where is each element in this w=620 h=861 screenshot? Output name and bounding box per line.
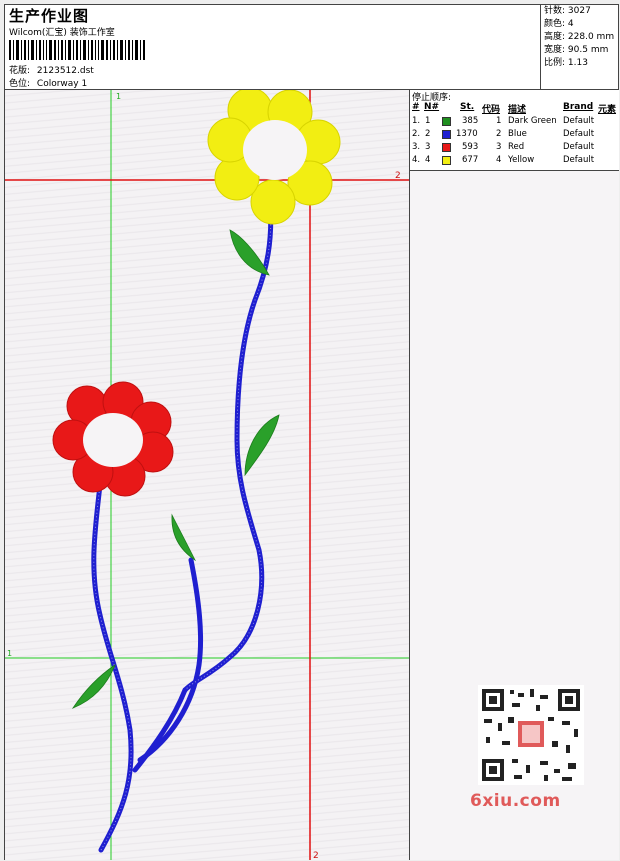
color-swatch — [442, 130, 451, 139]
stop-sequence-table: 停止顺序: # N# St. 代码 描述 Brand 元素 1. 1 385 1… — [410, 90, 619, 171]
col-header-description: 描述 — [508, 105, 527, 115]
colorway-label: 色位: — [9, 79, 31, 89]
leaf-right — [244, 414, 280, 477]
watermark-text: 6xiu.com — [470, 791, 561, 811]
colorway-row: 色位: Colorway 1 — [9, 76, 87, 89]
color-swatch — [442, 143, 451, 152]
leaf-middle — [171, 513, 197, 562]
yellow-flower — [207, 90, 341, 225]
studio-subtitle: Wilcom(汇宝) 装饰工作室 — [9, 28, 115, 38]
guide-label-green-top: 1 — [116, 92, 121, 101]
barcode-image — [9, 40, 145, 60]
color-swatch — [442, 117, 451, 126]
design-stats: 针数: 3027 颜色: 4 高度: 228.0 mm 宽度: 90.5 mm … — [540, 5, 619, 89]
page-title: 生产作业图 — [9, 7, 90, 25]
design-label: 花版: — [9, 66, 31, 76]
table-row: 4. 4 677 4 Yellow Default — [412, 155, 595, 165]
col-header-code: 代码 — [482, 105, 501, 115]
table-row: 2. 2 1370 2 Blue Default — [412, 129, 595, 139]
worksheet-header: 生产作业图 Wilcom(汇宝) 装饰工作室 花版: 2123512.dst 色… — [5, 5, 618, 90]
stat-stitches: 针数: 3027 — [544, 6, 591, 16]
middle-stem — [137, 557, 204, 763]
table-row: 1. 1 385 1 Dark Green Default — [412, 116, 595, 126]
stat-height: 高度: 228.0 mm — [544, 32, 615, 42]
stat-colors: 颜色: 4 — [544, 19, 574, 29]
embroidery-preview: 1 1 2 2 — [5, 90, 409, 860]
design-file-row: 花版: 2123512.dst — [9, 63, 94, 76]
stem-stitch-texture — [93, 199, 272, 851]
blue-stems — [91, 197, 274, 853]
col-header-brand: Brand — [563, 102, 594, 112]
site-watermark: 6xiu.com — [470, 685, 590, 815]
stop-sequence-panel: 停止顺序: # N# St. 代码 描述 Brand 元素 1. 1 385 1… — [409, 90, 619, 860]
production-worksheet: 生产作业图 Wilcom(汇宝) 装饰工作室 花版: 2123512.dst 色… — [4, 4, 619, 860]
design-canvas: 1 1 2 2 — [5, 90, 409, 860]
stat-scale: 比例: 1.13 — [544, 58, 588, 68]
stat-width: 宽度: 90.5 mm — [544, 45, 609, 55]
guide-label-green-left: 1 — [7, 649, 12, 658]
color-swatch — [442, 156, 451, 165]
guide-label-red-bottom: 2 — [313, 851, 319, 860]
colorway-value: Colorway 1 — [36, 79, 88, 89]
red-flower — [52, 381, 174, 497]
col-header-n: N# — [424, 102, 440, 112]
leaf-left — [71, 663, 116, 709]
col-header-stitches: St. — [460, 102, 475, 112]
col-header-element: 元素 — [598, 105, 617, 115]
leaf-top — [229, 229, 270, 276]
col-header-num: # — [412, 102, 420, 112]
guide-label-red-right: 2 — [395, 171, 401, 181]
table-row: 3. 3 593 3 Red Default — [412, 142, 595, 152]
qr-code-image — [478, 685, 584, 785]
design-file-name: 2123512.dst — [36, 66, 94, 76]
